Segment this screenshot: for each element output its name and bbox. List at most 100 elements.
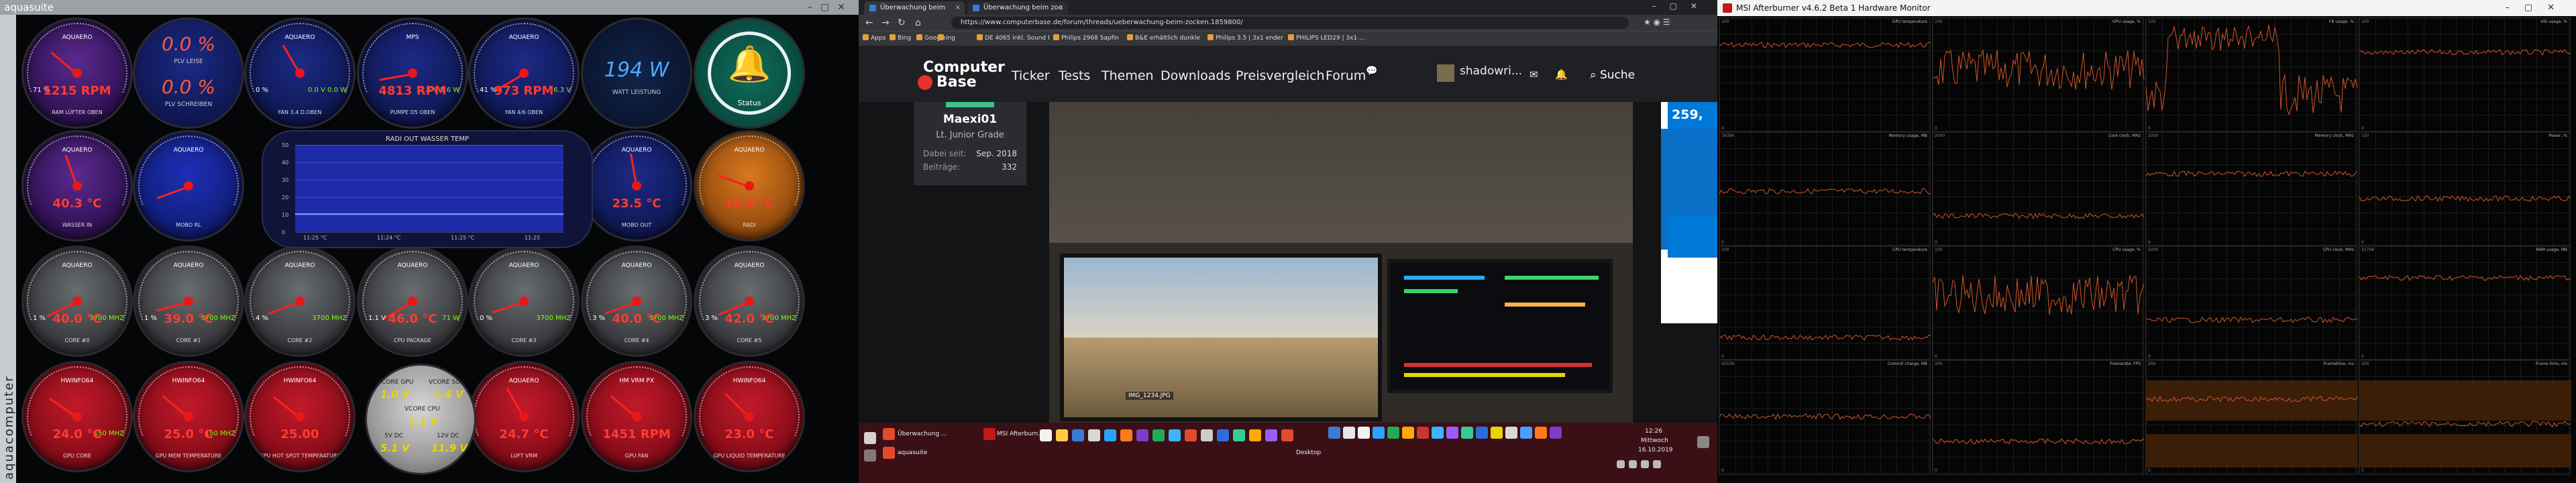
hardware-graph[interactable]: CPU temperature 100 0: [1719, 246, 1931, 361]
user-menu[interactable]: shadowri...: [1437, 64, 1524, 83]
nav-preisvergleich[interactable]: Preisvergleich: [1236, 68, 1325, 83]
nav-tests[interactable]: Tests: [1059, 68, 1090, 83]
toolbar-app-icon[interactable]: [1328, 427, 1340, 439]
pinned-app-icon[interactable]: [1185, 429, 1197, 441]
hardware-graph[interactable]: Memory clock, MHz 2000 0: [2145, 131, 2358, 247]
advert-button[interactable]: [1668, 215, 1717, 258]
bookmark-item[interactable]: B&E erhältlich dunkle: [1127, 34, 1200, 42]
hardware-graph[interactable]: CPU usage, % 100 0: [1932, 246, 2145, 361]
toolbar-app-icon[interactable]: [1520, 427, 1532, 439]
toolbar-app-icon[interactable]: [1550, 427, 1562, 439]
toolbar-app-icon[interactable]: [1358, 427, 1370, 439]
pinned-app-icon[interactable]: [1201, 429, 1213, 441]
tray-icon[interactable]: [1641, 460, 1649, 468]
toolbar-app-icon[interactable]: [1491, 427, 1503, 439]
toolbar-app-icon[interactable]: [1432, 427, 1444, 439]
hardware-graph[interactable]: Frame time, ms 200 0: [2359, 360, 2571, 475]
pinned-app-icon[interactable]: [1265, 429, 1277, 441]
pinned-app-icon[interactable]: [1072, 429, 1084, 441]
toolbar-app-icon[interactable]: [1535, 427, 1547, 439]
hardware-graph[interactable]: Commit charge, MB 65536 0: [1719, 360, 1931, 475]
bookmark-item[interactable]: PHILIPS LED29 | 3x1 ...: [1288, 34, 1365, 42]
taskbar-item[interactable]: aquasuite: [898, 449, 927, 456]
toolbar-app-icon[interactable]: [1417, 427, 1429, 439]
hardware-graph[interactable]: Framerate, FPS 200 0: [1932, 360, 2145, 475]
bookmark-item[interactable]: Bing: [890, 34, 911, 42]
computerbase-logo[interactable]: Computer Base: [918, 59, 1005, 91]
close-tab-icon[interactable]: ×: [955, 1, 961, 15]
hardware-graph[interactable]: VID usage, % 100 0: [2359, 17, 2571, 133]
pinned-app-icon[interactable]: [1152, 429, 1165, 441]
tray-icon[interactable]: [1629, 460, 1637, 468]
pinned-app-icon[interactable]: [1040, 429, 1052, 441]
taskbar-toolbar[interactable]: Desktop: [1296, 449, 1321, 456]
clock-time[interactable]: 12:26: [1645, 428, 1662, 435]
pinned-app-icon[interactable]: [1233, 429, 1245, 441]
hardware-graph[interactable]: Core clock, MHz 2000 0: [1932, 131, 2145, 247]
pinned-app-icon[interactable]: [1249, 429, 1261, 441]
author-name[interactable]: Maexi01: [914, 113, 1026, 126]
browser-tab[interactable]: Überwachung beim zoc ×: [967, 1, 1068, 15]
chrome-icon[interactable]: [883, 428, 895, 440]
toolbar-app-icon[interactable]: [1343, 427, 1355, 439]
toolbar-app-icon[interactable]: [1373, 427, 1385, 439]
mail-icon[interactable]: ✉: [1529, 68, 1538, 80]
start-icon[interactable]: [864, 432, 876, 444]
status-indicator[interactable]: 🔔 Status: [694, 17, 805, 129]
bookmark-item[interactable]: Apps: [863, 34, 885, 42]
tray-icon[interactable]: [1617, 460, 1625, 468]
side-advert[interactable]: 259,: [1661, 102, 1717, 323]
hardware-graph[interactable]: FB usage, % 100 0: [2145, 17, 2358, 133]
window-controls[interactable]: –▢✕: [2505, 0, 2569, 16]
search-button[interactable]: ⌕ Suche: [1590, 68, 1635, 82]
toolbar-app-icon[interactable]: [1476, 427, 1488, 439]
pinned-app-icon[interactable]: [1169, 429, 1181, 441]
window-controls[interactable]: –▢✕: [808, 0, 853, 15]
hardware-graph[interactable]: Frametime, ms 200 0: [2145, 360, 2358, 475]
toolbar-app-icon[interactable]: [1461, 427, 1473, 439]
bookmark-item[interactable]: DE 4065 inkl. Sound I: [977, 34, 1050, 42]
hardware-graph[interactable]: CPU clock, MHz 5000 0: [2145, 246, 2358, 361]
pinned-app-icon[interactable]: [1281, 429, 1293, 441]
pinned-app-icon[interactable]: [1056, 429, 1068, 441]
post-photo[interactable]: IMG_1234.JPG: [1049, 102, 1633, 423]
forward-icon[interactable]: →: [881, 17, 890, 28]
taskbar-item[interactable]: MSI Afterburn...: [997, 431, 1044, 437]
bell-icon[interactable]: 🔔: [1555, 68, 1568, 80]
notification-icon[interactable]: [1697, 436, 1709, 448]
nav-forum[interactable]: Forum: [1326, 68, 1366, 83]
msi-afterburner-icon[interactable]: [983, 428, 996, 440]
tray-icon[interactable]: [1653, 460, 1661, 468]
aquasuite-taskbar-icon[interactable]: [883, 447, 895, 459]
home-icon[interactable]: ⌂: [915, 17, 921, 28]
toolbar-app-icon[interactable]: [1387, 427, 1399, 439]
back-icon[interactable]: ←: [865, 17, 873, 28]
address-bar[interactable]: https://www.computerbase.de/forum/thread…: [951, 17, 1629, 29]
toolbar-app-icon[interactable]: [1402, 427, 1414, 439]
hardware-graph[interactable]: GPU usage, % 100 0: [1932, 17, 2145, 133]
hardware-graph[interactable]: Power, % 150 0: [2359, 131, 2571, 247]
bookmark-item[interactable]: Philips 3.5 | 3x1 ender: [1208, 34, 1283, 42]
reload-icon[interactable]: ↻: [898, 17, 906, 28]
nav-ticker[interactable]: Ticker: [1012, 68, 1050, 83]
hardware-graph[interactable]: RAM usage, MB 32768 0: [2359, 246, 2571, 361]
extensions-icon[interactable]: ★ ◉ ☰: [1644, 17, 1670, 27]
bookmark-item[interactable]: ing: [938, 34, 955, 42]
close-tab-icon[interactable]: ×: [1059, 1, 1064, 15]
nav-downloads[interactable]: Downloads: [1161, 68, 1230, 83]
browser-window-controls[interactable]: –▢✕: [1652, 1, 1711, 11]
pinned-app-icon[interactable]: [1104, 429, 1116, 441]
chat-icon[interactable]: 💬: [1366, 66, 1377, 76]
pinned-app-icon[interactable]: [1217, 429, 1229, 441]
hardware-graph[interactable]: GPU temperature 100 0: [1719, 17, 1931, 133]
nav-themen[interactable]: Themen: [1102, 68, 1154, 83]
toolbar-app-icon[interactable]: [1446, 427, 1458, 439]
pinned-app-icon[interactable]: [1120, 429, 1132, 441]
pinned-app-icon[interactable]: [1088, 429, 1100, 441]
bookmark-item[interactable]: Philips 2968 Sapfin: [1053, 34, 1119, 42]
hardware-graph[interactable]: Memory usage, MB 16384 0: [1719, 131, 1931, 247]
browser-tab[interactable]: Überwachung beim zocken×: [864, 1, 965, 25]
taskbar-item[interactable]: Überwachung ...: [898, 431, 947, 437]
taskview-icon[interactable]: [864, 449, 876, 462]
toolbar-app-icon[interactable]: [1505, 427, 1517, 439]
